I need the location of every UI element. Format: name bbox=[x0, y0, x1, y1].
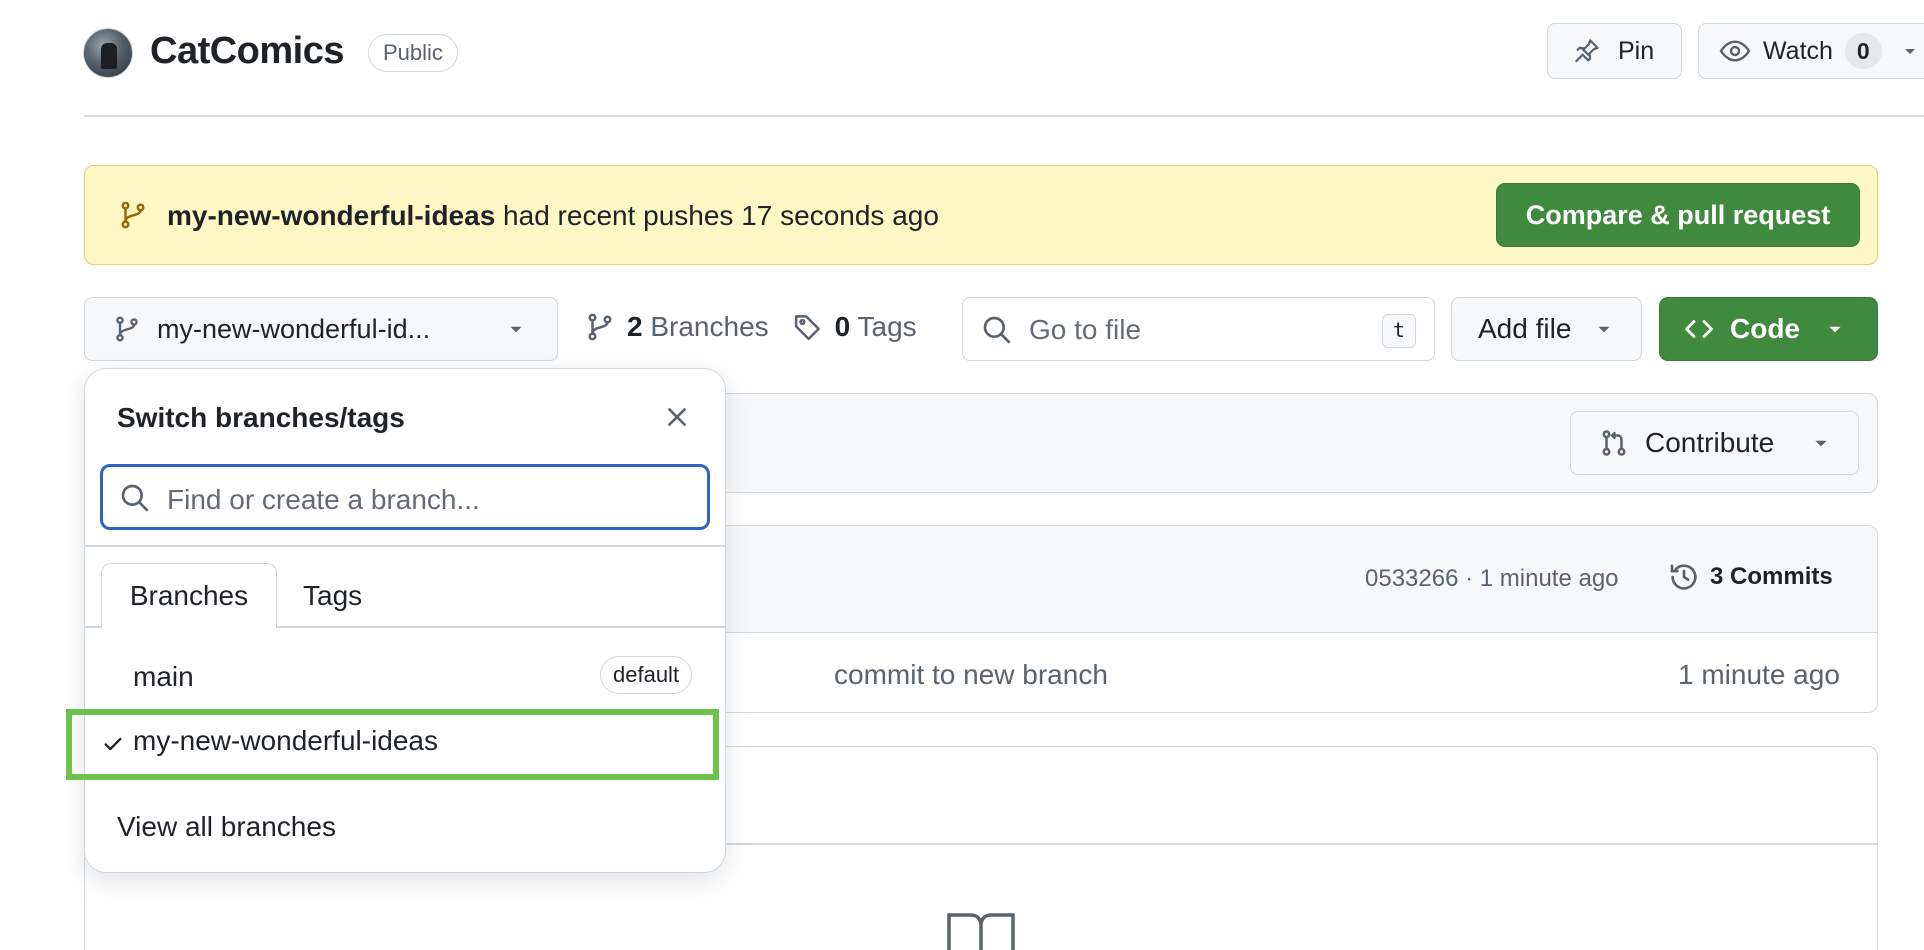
caret-down-icon bbox=[507, 320, 525, 338]
caret-down-icon bbox=[1595, 320, 1613, 338]
repo-name[interactable]: CatComics bbox=[150, 30, 345, 73]
branch-icon bbox=[585, 312, 615, 342]
visibility-badge: Public bbox=[368, 34, 458, 72]
add-file-label: Add file bbox=[1478, 313, 1572, 344]
go-to-file-placeholder: Go to file bbox=[1029, 314, 1142, 345]
header-divider bbox=[84, 115, 1924, 117]
watch-label: Watch bbox=[1763, 36, 1833, 65]
dropdown-divider bbox=[85, 545, 725, 547]
commits-link[interactable]: 3 Commits bbox=[1668, 561, 1833, 593]
code-label: Code bbox=[1730, 313, 1800, 344]
banner-message: my-new-wonderful-ideas had recent pushes… bbox=[167, 200, 939, 232]
latest-commit-meta[interactable]: 0533266 · 1 minute ago bbox=[1365, 565, 1619, 593]
code-icon bbox=[1684, 314, 1714, 344]
tags-label: Tags bbox=[857, 311, 917, 342]
close-icon[interactable] bbox=[664, 404, 690, 430]
code-button[interactable]: Code bbox=[1659, 297, 1878, 361]
tab-branches[interactable]: Branches bbox=[101, 563, 277, 628]
tab-tags[interactable]: Tags bbox=[303, 580, 362, 612]
branch-selector-button[interactable]: my-new-wonderful-id... bbox=[84, 297, 558, 361]
branches-link[interactable]: 2 Branches 0 Tags bbox=[585, 311, 917, 343]
caret-down-icon bbox=[1812, 434, 1830, 452]
branch-icon bbox=[118, 200, 148, 230]
search-icon bbox=[119, 482, 151, 514]
book-icon bbox=[946, 912, 1016, 950]
pin-icon bbox=[1572, 36, 1602, 66]
pull-request-icon bbox=[1599, 428, 1629, 458]
tag-icon bbox=[793, 312, 823, 342]
dropdown-title: Switch branches/tags bbox=[117, 402, 405, 433]
banner-branch-name: my-new-wonderful-ideas bbox=[167, 200, 496, 231]
watch-dropdown-caret-icon[interactable] bbox=[1902, 43, 1918, 59]
selection-highlight-box bbox=[66, 709, 719, 780]
branch-item-main[interactable]: main bbox=[133, 661, 194, 693]
file-commit-time: 1 minute ago bbox=[1678, 659, 1840, 690]
tags-link[interactable]: 0 Tags bbox=[835, 311, 917, 343]
commits-label: 3 Commits bbox=[1710, 563, 1833, 590]
eye-icon bbox=[1719, 35, 1751, 67]
default-badge: default bbox=[600, 656, 693, 694]
view-all-branches-link[interactable]: View all branches bbox=[117, 811, 336, 843]
branch-icon bbox=[113, 315, 141, 343]
branch-search-placeholder: Find or create a branch... bbox=[167, 484, 480, 515]
add-file-button[interactable]: Add file bbox=[1451, 297, 1642, 361]
caret-down-icon bbox=[1826, 320, 1844, 338]
go-to-file-input[interactable]: Go to file t bbox=[962, 297, 1435, 361]
file-commit-message[interactable]: commit to new branch bbox=[834, 659, 1108, 691]
contribute-label: Contribute bbox=[1645, 427, 1775, 458]
contribute-button[interactable]: Contribute bbox=[1570, 411, 1859, 475]
watch-button[interactable]: Watch 0 bbox=[1698, 23, 1924, 79]
keyboard-shortcut-hint: t bbox=[1382, 314, 1416, 348]
banner-message-text: had recent pushes 17 seconds ago bbox=[495, 200, 939, 231]
watch-count: 0 bbox=[1844, 33, 1882, 69]
tags-count: 0 bbox=[834, 311, 851, 342]
pin-label: Pin bbox=[1618, 36, 1655, 65]
repo-owner-avatar[interactable] bbox=[83, 28, 133, 78]
search-icon bbox=[981, 314, 1013, 346]
branches-count: 2 bbox=[627, 311, 643, 342]
pin-button[interactable]: Pin bbox=[1547, 23, 1682, 79]
branches-label: Branches bbox=[650, 311, 769, 342]
compare-pull-request-button[interactable]: Compare & pull request bbox=[1496, 183, 1860, 247]
history-icon bbox=[1668, 561, 1700, 593]
current-branch-label: my-new-wonderful-id... bbox=[157, 313, 431, 344]
branch-search-input[interactable]: Find or create a branch... bbox=[100, 464, 710, 530]
